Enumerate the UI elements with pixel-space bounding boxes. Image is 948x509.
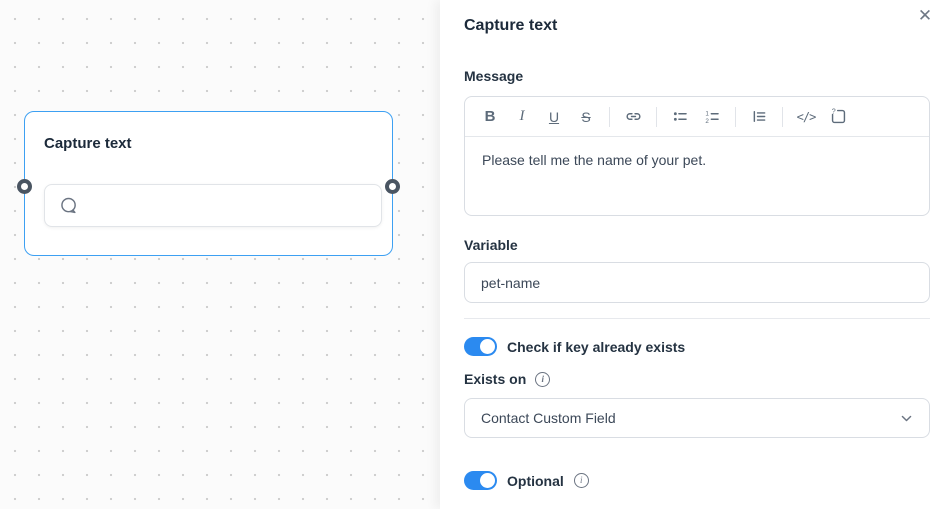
check-exists-toggle[interactable]: [464, 337, 497, 356]
section-divider: [464, 318, 930, 319]
chat-bubble-icon: [58, 195, 80, 217]
variable-label: Variable: [464, 237, 518, 253]
flow-canvas[interactable]: Capture text: [0, 0, 440, 509]
message-textarea[interactable]: Please tell me the name of your pet.: [465, 137, 929, 185]
check-exists-label: Check if key already exists: [507, 339, 685, 355]
toolbar-separator: [609, 107, 610, 127]
indent-list-icon[interactable]: [744, 103, 774, 131]
svg-text:?: ?: [831, 108, 835, 116]
toggle-knob: [480, 473, 495, 488]
chevron-down-icon: [900, 412, 913, 425]
capture-text-node[interactable]: Capture text: [24, 111, 393, 256]
check-exists-row: Check if key already exists: [464, 337, 685, 356]
exists-on-label: Exists on: [464, 371, 526, 387]
link-icon[interactable]: [618, 103, 648, 131]
variable-icon[interactable]: ?: [823, 103, 853, 131]
toggle-knob: [480, 339, 495, 354]
exists-on-select[interactable]: Contact Custom Field: [464, 398, 930, 438]
panel-title: Capture text: [464, 17, 557, 35]
node-input-handle[interactable]: [17, 179, 32, 194]
close-icon[interactable]: ✕: [913, 4, 937, 28]
node-message-preview[interactable]: [44, 184, 382, 227]
rich-text-toolbar: B I U S 1: [465, 97, 929, 137]
settings-panel: Capture text ✕ Message B I U S: [440, 0, 948, 509]
selected-option: Contact Custom Field: [481, 410, 616, 426]
numbered-list-icon[interactable]: 1 2: [697, 103, 727, 131]
bulleted-list-icon[interactable]: [665, 103, 695, 131]
info-icon[interactable]: i: [535, 372, 550, 387]
optional-toggle[interactable]: [464, 471, 497, 490]
info-icon[interactable]: i: [574, 473, 589, 488]
toolbar-separator: [735, 107, 736, 127]
variable-input[interactable]: [464, 262, 930, 303]
bold-button[interactable]: B: [475, 103, 505, 131]
italic-button[interactable]: I: [507, 103, 537, 131]
toolbar-separator: [656, 107, 657, 127]
code-icon[interactable]: </>: [791, 103, 821, 131]
optional-row: Optional i: [464, 471, 589, 490]
underline-button[interactable]: U: [539, 103, 569, 131]
message-label: Message: [464, 68, 523, 84]
node-title: Capture text: [44, 135, 132, 152]
optional-label: Optional: [507, 473, 564, 489]
toolbar-separator: [782, 107, 783, 127]
strikethrough-button[interactable]: S: [571, 103, 601, 131]
exists-on-row: Exists on i: [464, 371, 550, 387]
node-output-handle[interactable]: [385, 179, 400, 194]
svg-text:2: 2: [705, 118, 709, 125]
message-editor: B I U S 1: [464, 96, 930, 216]
svg-text:1: 1: [705, 111, 709, 118]
